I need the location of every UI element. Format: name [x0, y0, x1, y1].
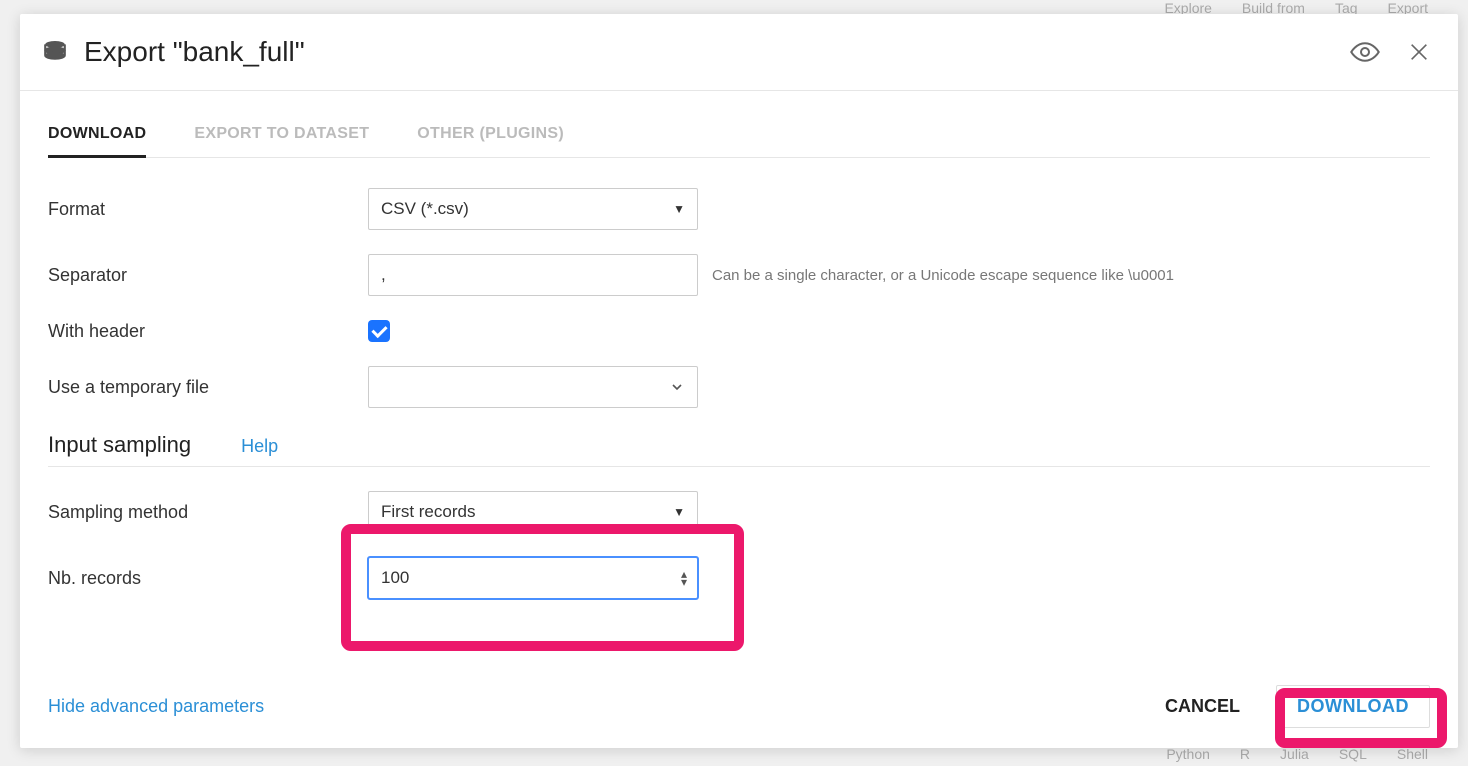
dataset-icon — [42, 39, 68, 65]
bg-item: Julia — [1280, 746, 1309, 762]
bg-item: SQL — [1339, 746, 1367, 762]
modal-header: Export "bank_full" — [20, 14, 1458, 91]
tab-export-to-dataset[interactable]: EXPORT TO DATASET — [194, 113, 369, 158]
close-icon[interactable] — [1408, 41, 1430, 63]
bg-item: Shell — [1397, 746, 1428, 762]
sampling-method-select[interactable]: First records ▼ — [368, 491, 698, 533]
hide-advanced-link[interactable]: Hide advanced parameters — [48, 696, 264, 716]
tab-download[interactable]: DOWNLOAD — [48, 113, 146, 158]
bg-item: R — [1240, 746, 1250, 762]
tab-other-plugins[interactable]: OTHER (PLUGINS) — [417, 113, 564, 158]
separator-hint: Can be a single character, or a Unicode … — [712, 267, 1174, 284]
modal-footer: Hide advanced parameters CANCEL DOWNLOAD — [20, 665, 1458, 748]
format-label: Format — [48, 199, 368, 220]
caret-down-icon: ▼ — [673, 202, 685, 216]
modal-tabs: DOWNLOAD EXPORT TO DATASET OTHER (PLUGIN… — [48, 113, 1430, 158]
sampling-method-value: First records — [381, 502, 475, 522]
input-sampling-header: Input sampling Help — [48, 432, 1430, 467]
format-select[interactable]: CSV (*.csv) ▼ — [368, 188, 698, 230]
nb-records-input[interactable] — [368, 557, 698, 599]
separator-input[interactable] — [368, 254, 698, 296]
with-header-label: With header — [48, 321, 368, 342]
temporary-file-select[interactable] — [368, 366, 698, 408]
page-bottom-actions: Python R Julia SQL Shell — [1166, 746, 1468, 762]
modal-title: Export "bank_full" — [84, 36, 1350, 68]
temporary-file-label: Use a temporary file — [48, 377, 368, 398]
download-button[interactable]: DOWNLOAD — [1276, 685, 1430, 728]
export-modal: Export "bank_full" DOWNLOAD EXPORT TO DA… — [20, 14, 1458, 748]
with-header-checkbox[interactable] — [368, 320, 390, 342]
chevron-down-icon — [669, 379, 685, 395]
download-form: Format CSV (*.csv) ▼ Separator Can be a … — [48, 188, 1430, 599]
nb-records-label: Nb. records — [48, 568, 368, 589]
caret-down-icon: ▼ — [673, 505, 685, 519]
modal-body: DOWNLOAD EXPORT TO DATASET OTHER (PLUGIN… — [20, 91, 1458, 665]
separator-label: Separator — [48, 265, 368, 286]
preview-icon[interactable] — [1350, 42, 1380, 62]
cancel-button[interactable]: CANCEL — [1159, 688, 1246, 725]
bg-item: Python — [1166, 746, 1210, 762]
input-sampling-title: Input sampling — [48, 432, 191, 458]
sampling-method-label: Sampling method — [48, 502, 368, 523]
help-link[interactable]: Help — [241, 436, 278, 457]
format-select-value: CSV (*.csv) — [381, 199, 469, 219]
